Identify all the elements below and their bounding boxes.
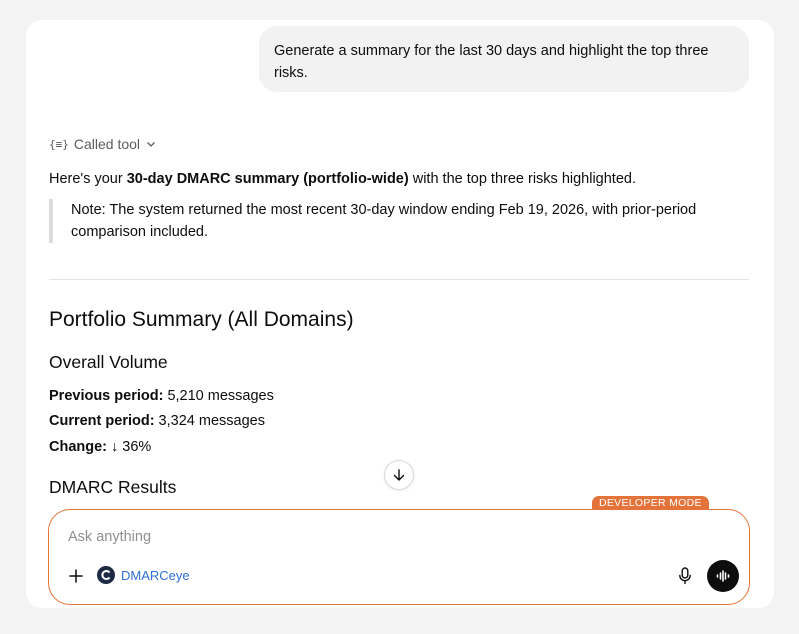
ask-anything-input[interactable] — [68, 526, 668, 548]
dmarc-results-heading: DMARC Results — [49, 477, 177, 497]
intro-prefix: Here's your — [49, 171, 127, 187]
note-text: Note: The system returned the most recen… — [71, 202, 697, 240]
overall-volume-heading: Overall Volume — [49, 352, 168, 372]
current-period-stat: Current period: 3,324 messages — [49, 411, 265, 431]
section-divider — [49, 279, 749, 280]
note-blockquote: Note: The system returned the most recen… — [49, 199, 749, 243]
scroll-to-bottom-button[interactable] — [384, 460, 414, 490]
called-tool-label: Called tool — [73, 136, 141, 152]
previous-period-stat: Previous period: 5,210 messages — [49, 386, 274, 406]
current-period-value: 3,324 messages — [154, 413, 265, 429]
previous-period-value: 5,210 messages — [163, 388, 274, 404]
add-attachment-button[interactable] — [64, 564, 88, 588]
dmarceye-app-label: DMARCeye — [121, 567, 190, 583]
called-tool-toggle[interactable]: {≡} Called tool — [49, 136, 157, 152]
portfolio-summary-title: Portfolio Summary (All Domains) — [49, 308, 354, 331]
assistant-intro: Here's your 30-day DMARC summary (portfo… — [49, 168, 636, 190]
dmarceye-logo-icon — [97, 566, 115, 584]
dictate-button[interactable] — [675, 566, 695, 586]
composer: DMARCeye — [48, 509, 750, 605]
previous-period-label: Previous period: — [49, 388, 164, 404]
current-period-label: Current period: — [49, 413, 155, 429]
user-message-text: Generate a summary for the last 30 days … — [274, 43, 709, 81]
change-label: Change: — [49, 439, 107, 455]
plus-icon — [69, 569, 83, 583]
dmarceye-app-chip[interactable]: DMARCeye — [97, 566, 190, 584]
chat-window: Generate a summary for the last 30 days … — [26, 20, 774, 608]
chevron-down-icon — [147, 142, 155, 147]
change-value: ↓ 36% — [107, 439, 152, 455]
intro-bold: 30-day DMARC summary (portfolio-wide) — [126, 171, 409, 187]
user-message-bubble: Generate a summary for the last 30 days … — [259, 26, 749, 92]
tool-braces-icon: {≡} — [49, 137, 69, 151]
waveform-icon — [716, 570, 730, 582]
microphone-icon — [679, 567, 691, 585]
arrow-down-icon — [393, 469, 405, 481]
voice-mode-button[interactable] — [707, 560, 739, 592]
intro-suffix: with the top three risks highlighted. — [408, 171, 636, 187]
change-stat: Change: ↓ 36% — [49, 437, 151, 457]
